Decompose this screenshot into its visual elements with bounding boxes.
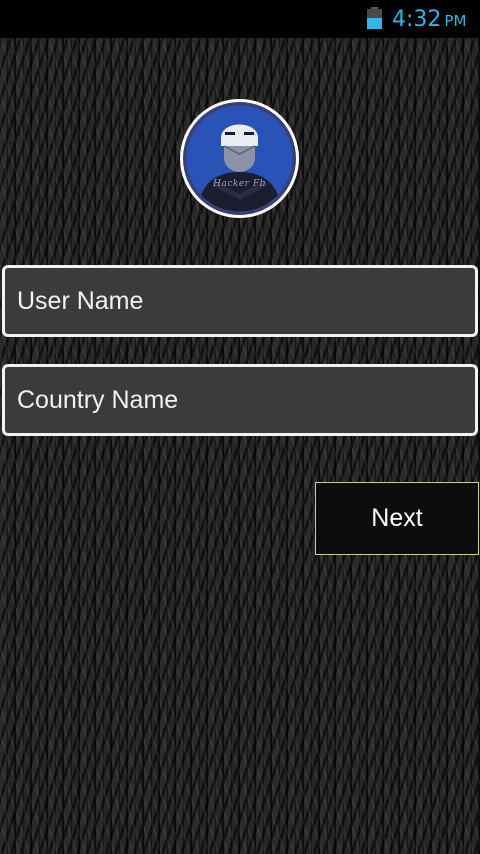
next-button[interactable]: Next — [315, 482, 479, 555]
hacker-avatar-icon: Hacker Fb — [180, 99, 299, 218]
status-bar: 4:32 PM — [0, 0, 480, 38]
battery-icon — [367, 7, 382, 29]
status-clock: 4:32 PM — [392, 6, 466, 34]
clock-time: 4:32 — [392, 7, 442, 32]
user-name-field[interactable] — [2, 265, 478, 337]
country-name-input[interactable] — [5, 367, 475, 433]
avatar-caption: Hacker Fb — [213, 179, 266, 189]
app-screen: Hacker Fb Next — [0, 38, 480, 854]
user-name-input[interactable] — [5, 268, 475, 334]
country-name-field[interactable] — [2, 364, 478, 436]
clock-ampm: PM — [444, 12, 467, 30]
